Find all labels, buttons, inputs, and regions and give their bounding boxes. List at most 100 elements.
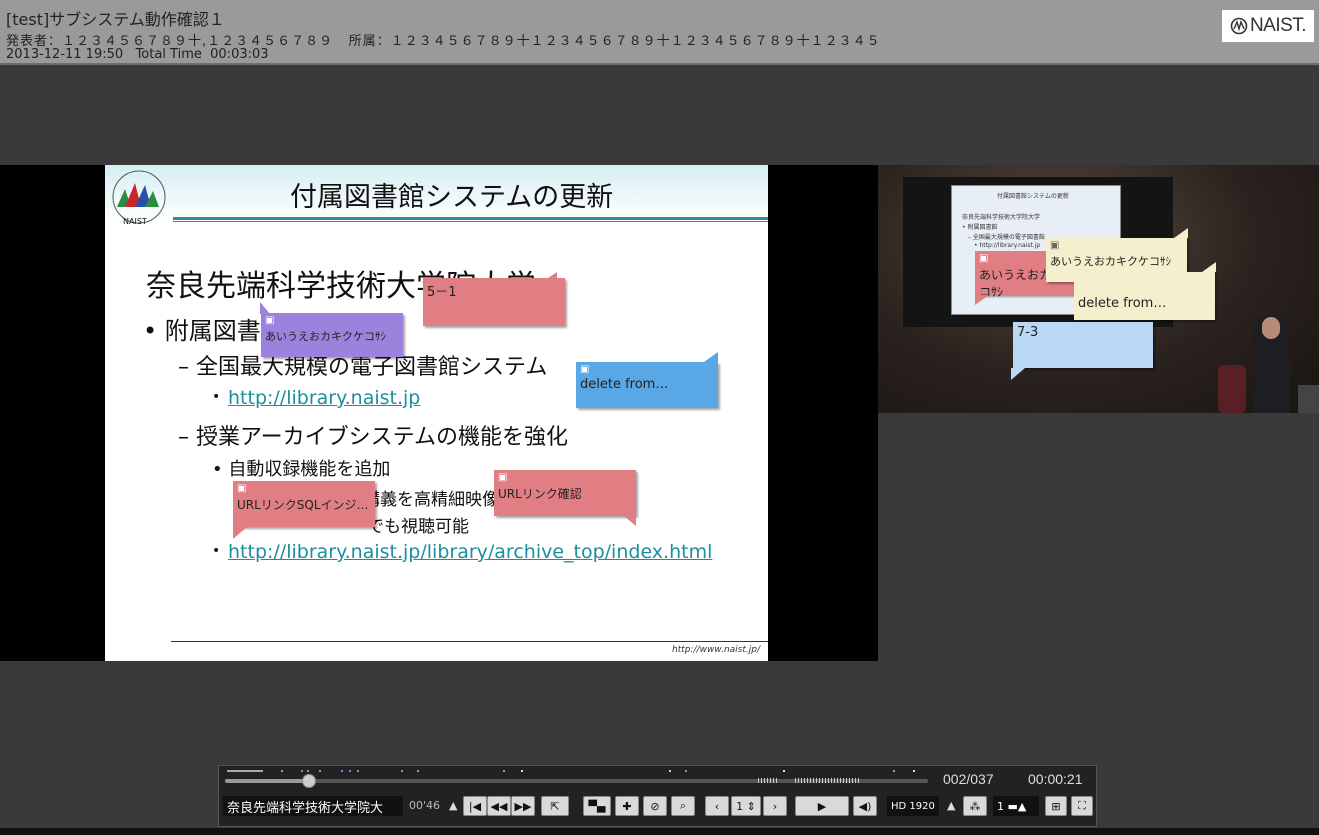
annotation-note[interactable]: delete from… — [1074, 272, 1215, 320]
seek-ticks — [795, 778, 861, 783]
total-time: 00:03:03 — [210, 47, 269, 62]
slide-title: 付属図書館システムの更新 — [290, 182, 614, 213]
export-button[interactable]: ⇱ — [541, 796, 569, 816]
fast-forward-button[interactable]: ▶▶ — [511, 796, 535, 816]
slide[interactable]: NAIST 付属図書館システムの更新 奈良先端科学技術大学院大学 • 附属図書館… — [105, 165, 768, 661]
layout-button[interactable]: ⊞ — [1045, 796, 1067, 816]
annotation-note[interactable]: ▣ delete from… — [576, 362, 718, 408]
slide-line-6: • 自動収録機能を追加 — [212, 459, 391, 480]
datetime: 2013-12-11 19:50 — [6, 47, 124, 62]
search-button[interactable]: ⌕ — [671, 796, 695, 816]
seek-ticks — [758, 778, 778, 783]
annotation-note[interactable]: ▣ あいうえおカキクケコｻｼ — [261, 313, 403, 357]
fast-forward-icon: ▶▶ — [514, 799, 532, 813]
naist-logo[interactable]: NAIST. — [1222, 10, 1314, 42]
note-tail — [1011, 368, 1025, 380]
volume-button[interactable]: ◀) — [853, 796, 877, 816]
annotation-marker[interactable] — [227, 770, 263, 772]
note-text: delete from… — [1078, 296, 1167, 311]
share-icon: ⁂ — [969, 799, 981, 813]
hide-comment-icon: ⊘ — [650, 799, 660, 813]
annotation-marker[interactable] — [319, 770, 321, 772]
search-icon: ⌕ — [679, 799, 687, 812]
annotation-marker[interactable] — [521, 770, 523, 772]
annotation-note[interactable]: 5－1 — [423, 278, 565, 326]
rewind-icon: ◀◀ — [490, 799, 508, 813]
naist-logo-text: NAIST. — [1249, 15, 1307, 36]
first-button[interactable]: |◀ — [463, 796, 487, 816]
annotation-marker[interactable] — [783, 770, 785, 772]
annotation-marker[interactable] — [913, 770, 915, 772]
playback-time: 00:00:21 — [1028, 771, 1083, 787]
note-tail — [704, 352, 718, 362]
note-tail — [545, 272, 557, 280]
share-button[interactable]: ⁂ — [963, 796, 987, 816]
play-icon: ▶ — [817, 799, 827, 813]
annotation-icon: ▣ — [498, 472, 508, 483]
annotation-marker[interactable] — [893, 770, 895, 772]
annotation-marker[interactable] — [669, 770, 671, 772]
play-button[interactable]: ▶ — [795, 796, 849, 816]
annotation-icon: ▣ — [265, 315, 275, 326]
speed-selector[interactable]: 1 ▬▲ — [993, 796, 1039, 816]
add-comment-icon: ✚ — [622, 799, 632, 813]
annotation-marker[interactable] — [301, 770, 303, 772]
slide-line-9-prefix: • — [212, 543, 221, 559]
prev-page-button[interactable]: ‹ — [705, 796, 729, 816]
annotation-marker[interactable] — [281, 770, 283, 772]
note-tail — [233, 527, 247, 539]
library-link[interactable]: http://library.naist.jp — [228, 387, 420, 409]
hide-comment-button[interactable]: ⊘ — [643, 796, 667, 816]
comments-button[interactable]: ▀▄ — [583, 796, 611, 816]
projected-line: • 附属図書館 — [962, 224, 998, 231]
annotation-note[interactable]: 7-3 — [1013, 322, 1153, 368]
footer-rule — [171, 641, 768, 642]
fullscreen-button[interactable]: ⛶ — [1071, 796, 1093, 816]
datetime-info: 2013-12-11 19:50 Total Time 00:03:03 — [6, 47, 269, 62]
lecture-title: [test]サブシステム動作確認１ — [6, 10, 225, 29]
title-rule — [173, 217, 768, 220]
annotation-marker[interactable] — [685, 770, 687, 772]
desk — [1298, 385, 1319, 413]
annotation-marker[interactable] — [503, 770, 505, 772]
annotation-marker[interactable] — [401, 770, 403, 772]
annotation-marker[interactable] — [349, 770, 351, 772]
slide-line-5: – 授業アーカイブシステムの機能を強化 — [178, 425, 569, 450]
quality-menu-icon[interactable]: ▲ — [947, 799, 955, 812]
prev-icon: ‹ — [714, 799, 720, 813]
affiliation-label: 所属： — [348, 34, 391, 49]
page-stepper[interactable]: 1 ⇕ — [731, 796, 761, 816]
quality-selector[interactable]: HD 1920 — [887, 796, 939, 816]
chapter-title[interactable]: 奈良先端科学技術大学院大 — [223, 796, 403, 816]
annotation-marker[interactable] — [307, 770, 309, 772]
archive-link[interactable]: http://library.naist.jp/library/archive_… — [228, 541, 712, 563]
seek-handle[interactable] — [302, 774, 316, 788]
seek-bar-progress — [225, 779, 309, 783]
next-icon: › — [772, 799, 778, 813]
annotation-marker-strip[interactable] — [223, 768, 923, 776]
title-rule-thin — [173, 221, 768, 222]
add-comment-button[interactable]: ✚ — [615, 796, 639, 816]
slide-line-4-prefix: • — [212, 389, 221, 405]
note-text: 5－1 — [427, 285, 457, 300]
annotation-note[interactable]: ▣ URLリンク確認 — [494, 470, 636, 516]
next-page-button[interactable]: › — [763, 796, 787, 816]
slide-footer-url: http://www.naist.jp/ — [672, 645, 760, 655]
header-bar: [test]サブシステム動作確認１ 発表者：１２３４５６７８９十,１２３４５６７… — [0, 0, 1319, 65]
layout-icon: ⊞ — [1051, 799, 1061, 813]
stepper-icon: ⇕ — [743, 799, 756, 813]
annotation-marker[interactable] — [357, 770, 359, 772]
annotation-marker[interactable] — [341, 770, 343, 772]
projected-line: • http://library.naist.jp — [974, 242, 1041, 249]
rewind-button[interactable]: ◀◀ — [487, 796, 511, 816]
volume-icon: ◀) — [858, 799, 872, 813]
export-icon: ⇱ — [550, 799, 560, 813]
annotation-marker[interactable] — [417, 770, 419, 772]
affiliation-value: １２３４５６７８９十１２３４５６７８９十１２３４５６７８９十１２３４５ — [390, 34, 881, 49]
chair — [1218, 365, 1246, 413]
note-text: URLリンクSQLインジ… — [237, 498, 369, 512]
first-icon: |◀ — [468, 799, 482, 813]
chapter-menu-icon[interactable]: ▲ — [449, 799, 457, 812]
speed-value: 1 — [997, 799, 1004, 813]
annotation-note[interactable]: ▣ URLリンクSQLインジ… — [233, 481, 375, 527]
